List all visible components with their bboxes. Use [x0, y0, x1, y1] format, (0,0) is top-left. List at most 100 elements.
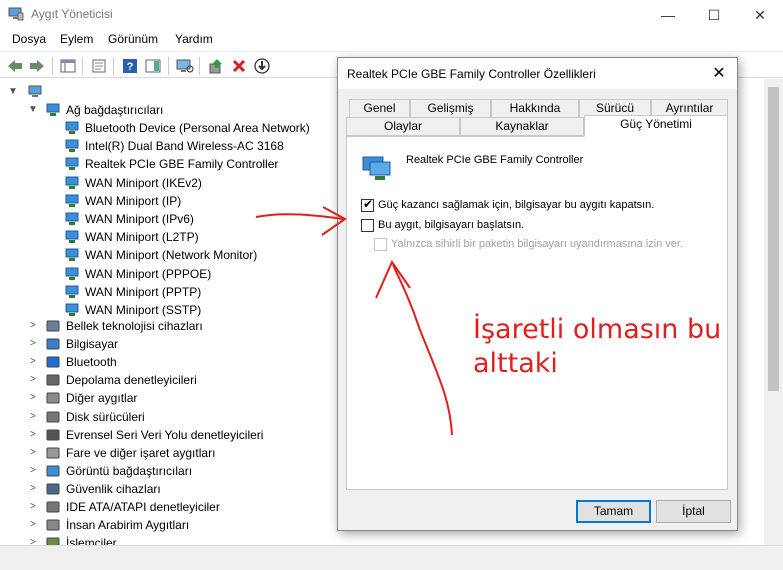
chevron-right-icon[interactable]: >: [30, 462, 36, 480]
chevron-right-icon[interactable]: >: [30, 408, 36, 426]
device-category-icon: [46, 429, 60, 441]
menu-dosya[interactable]: Dosya: [12, 32, 46, 46]
menu-bar: Dosya Eylem Görünüm Yardım: [0, 30, 783, 50]
tree-adapter-label: WAN Miniport (IP): [85, 193, 182, 208]
device-category-icon: [46, 392, 60, 404]
scrollbar-thumb[interactable]: [768, 87, 779, 391]
network-adapter-icon: [65, 230, 79, 244]
chevron-right-icon[interactable]: >: [30, 480, 36, 498]
tab-guc-yonetimi[interactable]: Güç Yönetimi: [584, 115, 728, 137]
tree-adapter-label: Realtek PCIe GBE Family Controller: [85, 157, 279, 172]
tab-kaynaklar[interactable]: Kaynaklar: [460, 117, 584, 136]
disable-device-button[interactable]: [253, 57, 271, 75]
close-button[interactable]: ✕: [737, 0, 783, 30]
menu-yardim[interactable]: Yardım: [175, 32, 213, 46]
magic-packet-label[interactable]: Yalnızca sihirli bir paketin bilgisayarı…: [391, 238, 683, 250]
properties-dialog: Realtek PCIe GBE Family Controller Özell…: [337, 57, 738, 531]
tab-gelismis[interactable]: Gelişmiş: [410, 99, 491, 118]
network-adapter-icon: [65, 267, 79, 280]
menu-gorunum[interactable]: Görünüm: [108, 32, 158, 46]
chevron-right-icon[interactable]: >: [30, 353, 36, 371]
chevron-right-icon[interactable]: >: [30, 534, 36, 545]
device-category-icon: [46, 338, 60, 350]
allow-turn-off-label[interactable]: Güç kazancı sağlamak için, bilgisayar bu…: [378, 199, 654, 211]
maximize-icon: ☐: [707, 6, 721, 23]
chevron-right-icon[interactable]: >: [30, 498, 36, 516]
network-adapter-icon: [65, 212, 79, 225]
network-adapter-icon: [362, 156, 391, 180]
device-name: Realtek PCIe GBE Family Controller: [406, 154, 584, 166]
scan-hardware-button[interactable]: [176, 57, 194, 75]
device-category-icon: [46, 356, 60, 368]
action-pane-icon: [145, 59, 161, 73]
chevron-down-icon[interactable]: ▼: [28, 101, 38, 119]
update-driver-button[interactable]: [207, 57, 225, 75]
tab-genel[interactable]: Genel: [349, 99, 410, 118]
checkmark-icon: ✔: [363, 197, 374, 211]
arrow-right-icon: [30, 60, 44, 72]
show-hide-console-button[interactable]: [59, 57, 77, 75]
ok-button[interactable]: Tamam: [576, 500, 651, 523]
device-category-icon: [46, 374, 60, 386]
tab-olaylar[interactable]: Olaylar: [346, 117, 460, 136]
title-bar: Aygıt Yöneticisi — ☐ ✕: [0, 0, 783, 30]
magic-packet-checkbox[interactable]: [374, 238, 387, 251]
tree-category-label: Bellek teknolojisi cihazları: [66, 319, 203, 333]
tree-category-label: Bluetooth: [66, 355, 117, 370]
action-pane-button[interactable]: [144, 57, 162, 75]
tree-category-label: IDE ATA/ATAPI denetleyiciler: [66, 500, 220, 514]
back-button[interactable]: [6, 57, 24, 75]
chevron-right-icon[interactable]: >: [30, 389, 36, 407]
allow-wake-label[interactable]: Bu aygıt, bilgisayarı başlatsın.: [378, 219, 524, 231]
computer-icon: [28, 85, 42, 97]
network-adapter-icon: [65, 248, 79, 262]
horizontal-scrollbar[interactable]: [0, 545, 783, 570]
cancel-button[interactable]: İptal: [656, 500, 731, 523]
dialog-close-button[interactable]: ✕: [707, 62, 731, 84]
forward-button[interactable]: [28, 57, 46, 75]
menu-eylem[interactable]: Eylem: [60, 32, 93, 46]
minimize-button[interactable]: —: [645, 0, 691, 30]
tree-category-label: Fare ve diğer işaret aygıtları: [66, 445, 216, 460]
uninstall-device-button[interactable]: [230, 57, 248, 75]
help-icon: ?: [123, 59, 137, 73]
tree-category-label: Güvenlik cihazları: [66, 481, 161, 496]
svg-text:?: ?: [127, 61, 134, 73]
update-driver-icon: [209, 59, 222, 74]
network-adapter-icon: [65, 139, 79, 153]
download-circle-icon: [254, 58, 270, 74]
chevron-right-icon[interactable]: >: [30, 516, 36, 534]
network-adapter-icon: [65, 121, 79, 134]
chevron-right-icon[interactable]: >: [30, 371, 36, 389]
chevron-right-icon[interactable]: >: [30, 317, 36, 335]
tree-category-label: Depolama denetleyicileri: [66, 373, 197, 388]
device-category-icon: [46, 320, 60, 332]
tree-adapter-label: WAN Miniport (PPTP): [85, 284, 202, 299]
tree-category-label: Disk sürücüleri: [66, 409, 145, 424]
annotation-line-2: alttaki: [473, 348, 558, 379]
allow-wake-checkbox[interactable]: [361, 219, 374, 232]
help-button[interactable]: ?: [121, 57, 139, 75]
monitor-scan-icon: [176, 59, 194, 73]
minimize-icon: —: [661, 7, 675, 23]
tree-category-label: İşlemciler: [66, 536, 117, 545]
maximize-button[interactable]: ☐: [691, 0, 737, 30]
dialog-title-bar: Realtek PCIe GBE Family Controller Özell…: [338, 58, 737, 89]
toolbar-separator: [82, 57, 83, 75]
network-adapter-icon: [65, 157, 79, 171]
tree-adapter-label: Intel(R) Dual Band Wireless-AC 3168: [85, 139, 284, 154]
network-adapter-icon: [65, 194, 79, 207]
chevron-down-icon[interactable]: ▼: [8, 83, 18, 101]
device-category-icon: [46, 465, 60, 477]
properties-button[interactable]: [90, 57, 108, 75]
chevron-right-icon[interactable]: >: [30, 335, 36, 353]
tab-hakkinda[interactable]: Hakkında: [491, 99, 579, 118]
chevron-right-icon[interactable]: >: [30, 426, 36, 444]
device-category-icon: [46, 447, 60, 459]
arrow-left-icon: [8, 60, 22, 72]
close-icon: ✕: [754, 6, 766, 23]
vertical-scrollbar[interactable]: [764, 79, 783, 545]
chevron-right-icon[interactable]: >: [30, 444, 36, 462]
device-category-icon: [46, 501, 60, 513]
allow-turn-off-checkbox[interactable]: ✔: [361, 197, 374, 212]
